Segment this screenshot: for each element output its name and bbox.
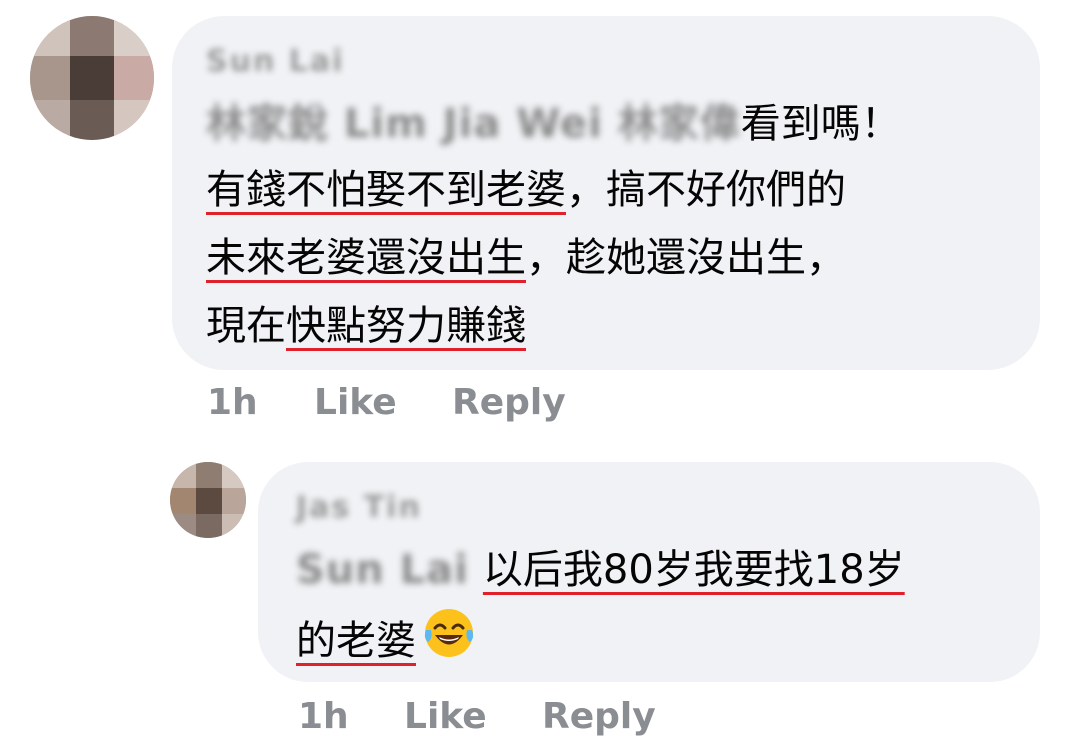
underlined-text: 的老婆	[296, 618, 416, 664]
like-button[interactable]: Like	[314, 382, 397, 423]
comment-text: ，搞不好你們的	[566, 167, 846, 213]
comment-text: 看到嗎！	[740, 101, 901, 147]
reply-button[interactable]: Reply	[542, 696, 656, 737]
timestamp[interactable]: 1h	[207, 382, 258, 423]
comment-line: 林家銳 Lim Jia Wei 林家偉看到嗎！	[206, 98, 901, 150]
comment-line: 的老婆	[296, 606, 476, 673]
mention-link[interactable]: Sun Lai	[296, 544, 469, 596]
underlined-text: 快點努力賺錢	[286, 303, 526, 349]
avatar[interactable]	[170, 462, 246, 538]
underlined-text: 以后我80岁我要找18岁	[482, 547, 905, 593]
comment-line: 有錢不怕娶不到老婆，搞不好你們的	[206, 164, 846, 216]
like-button[interactable]: Like	[404, 696, 487, 737]
tears-of-joy-emoji	[422, 606, 476, 673]
comment-author[interactable]: Jas Tin	[296, 490, 422, 525]
comment-author[interactable]: Sun Lai	[206, 44, 344, 79]
underlined-text: 未來老婆還沒出生	[206, 235, 526, 281]
comment-line: 現在快點努力賺錢	[206, 300, 526, 352]
comment-text: 現在	[206, 303, 286, 349]
comment-line: 未來老婆還沒出生，趁她還沒出生，	[206, 232, 846, 284]
reply-button[interactable]: Reply	[452, 382, 566, 423]
comment-text: ，趁她還沒出生，	[526, 235, 846, 281]
timestamp[interactable]: 1h	[298, 696, 349, 737]
avatar[interactable]	[30, 16, 154, 140]
comment-line: Sun Lai 以后我80岁我要找18岁	[296, 544, 905, 596]
underlined-text: 有錢不怕娶不到老婆	[206, 167, 566, 213]
mention-link[interactable]: 林家銳 Lim Jia Wei 林家偉	[206, 98, 741, 150]
